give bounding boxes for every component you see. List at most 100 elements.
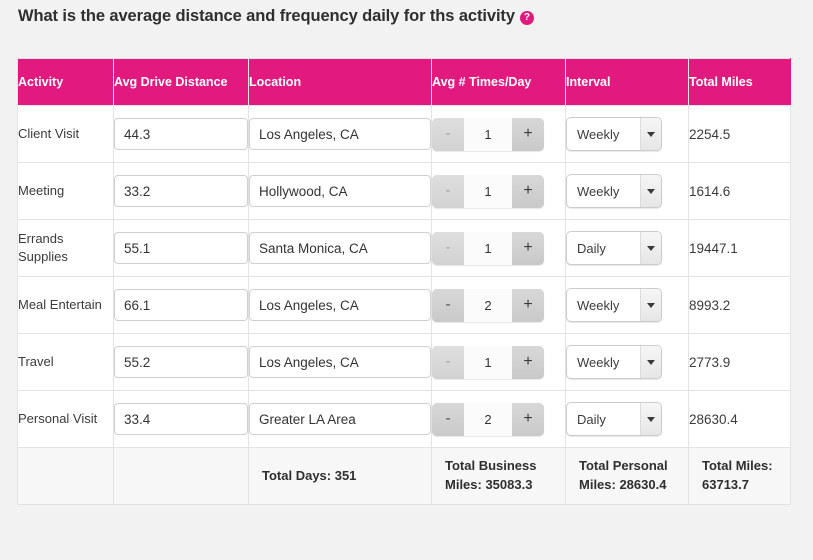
interval-select[interactable]: Weekly <box>566 345 662 379</box>
times-per-day-stepper: - 2 + <box>432 403 544 436</box>
avg-drive-distance-input[interactable] <box>114 232 248 264</box>
table-row: Errands Supplies - 1 + <box>18 220 791 277</box>
stepper-increment-button[interactable]: + <box>512 118 544 151</box>
total-miles-value: 28630.4 <box>689 391 791 448</box>
column-header-avg-drive-distance: Avg Drive Distance <box>114 59 249 106</box>
chevron-down-icon[interactable] <box>640 175 661 207</box>
times-per-day-cell: - 1 + <box>432 220 566 277</box>
table-footer: Total Days: 351 Total Business Miles: 35… <box>18 448 791 505</box>
total-miles-value: 1614.6 <box>689 163 791 220</box>
times-per-day-cell: - 2 + <box>432 277 566 334</box>
table-footer-row: Total Days: 351 Total Business Miles: 35… <box>18 448 791 505</box>
times-per-day-cell: - 1 + <box>432 334 566 391</box>
avg-drive-distance-cell <box>114 277 249 334</box>
interval-selected-value: Weekly <box>567 298 640 313</box>
location-input[interactable] <box>249 403 431 435</box>
stepper-value[interactable]: 1 <box>464 232 512 265</box>
times-per-day-cell: - 1 + <box>432 106 566 163</box>
location-cell <box>249 220 432 277</box>
interval-select[interactable]: Weekly <box>566 288 662 322</box>
location-input[interactable] <box>249 289 431 321</box>
chevron-down-icon[interactable] <box>640 403 661 435</box>
interval-select[interactable]: Weekly <box>566 174 662 208</box>
chevron-down-icon[interactable] <box>640 346 661 378</box>
stepper-value[interactable]: 1 <box>464 346 512 379</box>
stepper-value[interactable]: 2 <box>464 403 512 436</box>
interval-select[interactable]: Weekly <box>566 117 662 151</box>
location-input[interactable] <box>249 346 431 378</box>
interval-selected-value: Weekly <box>567 184 640 199</box>
times-per-day-stepper: - 1 + <box>432 232 544 265</box>
table-header-row: Activity Avg Drive Distance Location Avg… <box>18 59 791 106</box>
footer-total-business-miles: Total Business Miles: 35083.3 <box>432 448 566 505</box>
chevron-down-icon[interactable] <box>640 118 661 150</box>
avg-drive-distance-cell <box>114 220 249 277</box>
interval-cell: Daily <box>566 220 689 277</box>
activity-label: Meeting <box>18 163 114 220</box>
column-header-interval: Interval <box>566 59 689 106</box>
location-input[interactable] <box>249 175 431 207</box>
table-row: Meeting - 1 + <box>18 163 791 220</box>
avg-drive-distance-cell <box>114 334 249 391</box>
activity-label: Travel <box>18 334 114 391</box>
interval-select[interactable]: Daily <box>566 402 662 436</box>
table-row: Meal Entertain - 2 + <box>18 277 791 334</box>
column-header-location: Location <box>249 59 432 106</box>
activity-label: Client Visit <box>18 106 114 163</box>
stepper-increment-button[interactable]: + <box>512 403 544 436</box>
stepper-decrement-button[interactable]: - <box>432 403 464 436</box>
interval-cell: Weekly <box>566 106 689 163</box>
table-header: Activity Avg Drive Distance Location Avg… <box>18 59 791 106</box>
avg-drive-distance-cell <box>114 391 249 448</box>
stepper-decrement-button[interactable]: - <box>432 118 464 151</box>
activity-table-container: Activity Avg Drive Distance Location Avg… <box>17 58 790 505</box>
stepper-decrement-button[interactable]: - <box>432 289 464 322</box>
location-input[interactable] <box>249 232 431 264</box>
location-cell <box>249 163 432 220</box>
avg-drive-distance-input[interactable] <box>114 346 248 378</box>
chevron-down-icon[interactable] <box>640 289 661 321</box>
interval-selected-value: Weekly <box>567 355 640 370</box>
stepper-increment-button[interactable]: + <box>512 175 544 208</box>
interval-select[interactable]: Daily <box>566 231 662 265</box>
column-header-total-miles: Total Miles <box>689 59 791 106</box>
activity-table: Activity Avg Drive Distance Location Avg… <box>17 58 791 505</box>
stepper-value[interactable]: 1 <box>464 118 512 151</box>
page-title-text: What is the average distance and frequen… <box>18 7 515 25</box>
interval-selected-value: Daily <box>567 241 640 256</box>
times-per-day-cell: - 1 + <box>432 163 566 220</box>
avg-drive-distance-input[interactable] <box>114 289 248 321</box>
activity-label: Errands Supplies <box>18 220 114 277</box>
stepper-decrement-button[interactable]: - <box>432 232 464 265</box>
help-question-icon[interactable]: ? <box>520 11 534 25</box>
stepper-decrement-button[interactable]: - <box>432 175 464 208</box>
activity-label: Meal Entertain <box>18 277 114 334</box>
interval-selected-value: Daily <box>567 412 640 427</box>
interval-cell: Weekly <box>566 334 689 391</box>
stepper-decrement-button[interactable]: - <box>432 346 464 379</box>
stepper-value[interactable]: 2 <box>464 289 512 322</box>
page-title: What is the average distance and frequen… <box>18 7 534 26</box>
total-miles-value: 2254.5 <box>689 106 791 163</box>
chevron-down-icon[interactable] <box>640 232 661 264</box>
location-input[interactable] <box>249 118 431 150</box>
column-header-avg-times-per-day: Avg # Times/Day <box>432 59 566 106</box>
total-miles-value: 19447.1 <box>689 220 791 277</box>
avg-drive-distance-input[interactable] <box>114 175 248 207</box>
interval-cell: Weekly <box>566 277 689 334</box>
activity-label: Personal Visit <box>18 391 114 448</box>
table-body: Client Visit - 1 + <box>18 106 791 448</box>
stepper-increment-button[interactable]: + <box>512 232 544 265</box>
avg-drive-distance-input[interactable] <box>114 118 248 150</box>
location-cell <box>249 334 432 391</box>
times-per-day-stepper: - 1 + <box>432 346 544 379</box>
column-header-activity: Activity <box>18 59 114 106</box>
table-row: Travel - 1 + <box>18 334 791 391</box>
stepper-value[interactable]: 1 <box>464 175 512 208</box>
footer-blank-activity <box>18 448 114 505</box>
location-cell <box>249 106 432 163</box>
avg-drive-distance-cell <box>114 106 249 163</box>
avg-drive-distance-input[interactable] <box>114 403 248 435</box>
stepper-increment-button[interactable]: + <box>512 289 544 322</box>
stepper-increment-button[interactable]: + <box>512 346 544 379</box>
